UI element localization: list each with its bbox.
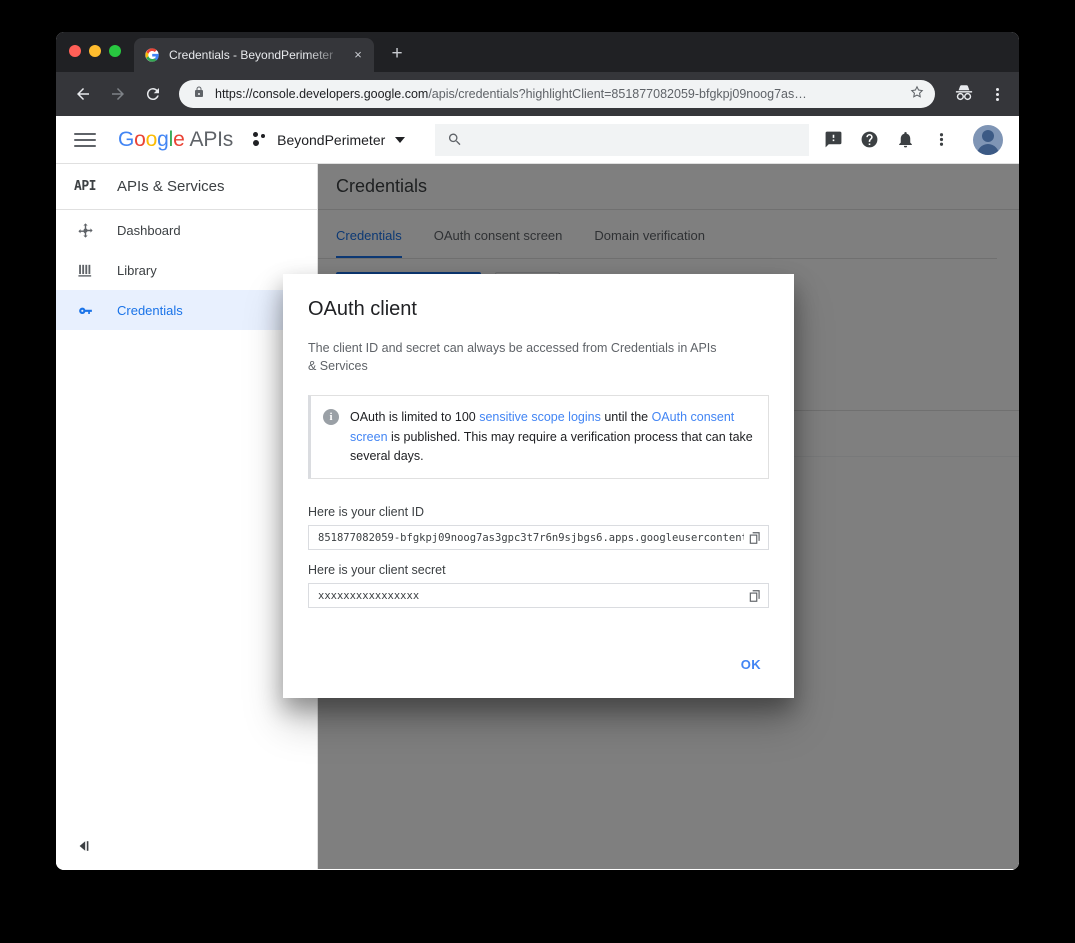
url-text: https://console.developers.google.com/ap… [215,87,901,101]
dialog-subtitle: The client ID and secret can always be a… [308,341,717,374]
more-options-icon[interactable] [931,130,951,150]
sidebar-title: APIs & Services [116,178,225,195]
account-avatar[interactable] [973,124,1003,155]
info-banner: i OAuth is limited to 100 sensitive scop… [308,395,769,480]
client-secret-label: Here is your client secret [308,563,446,578]
reload-icon[interactable] [140,81,166,107]
close-icon[interactable]: × [350,47,366,63]
window-minimize-button[interactable] [89,45,101,57]
star-icon[interactable] [909,84,925,105]
key-icon [74,302,96,319]
google-favicon [144,47,160,63]
window-close-button[interactable] [69,45,81,57]
dashboard-icon [74,222,96,239]
client-id-label: Here is your client ID [308,505,425,520]
sidebar-item-library[interactable]: Library [56,250,317,290]
logo-word-apis: APIs [189,127,234,151]
url-origin: https://console.developers.google.com [215,87,429,101]
sidebar: API APIs & Services Dashboard Library Cr… [56,164,318,869]
search-input[interactable] [435,123,809,156]
notifications-icon[interactable] [895,130,915,150]
info-banner-text: OAuth is limited to 100 sensitive scope … [350,408,754,466]
project-icon [253,132,268,147]
logo-letter-g2: g [157,127,169,151]
chevron-down-icon [395,136,406,143]
browser-toolbar: https://console.developers.google.com/ap… [56,72,1019,116]
sidebar-item-label: Dashboard [117,222,181,238]
browser-window: Credentials - BeyondPerimeter × + https:… [56,32,1019,870]
logo-letter-g: G [118,127,135,151]
sensitive-scope-logins-link[interactable]: sensitive scope logins [479,410,601,424]
search-field[interactable] [473,131,809,148]
api-badge-icon: API [74,179,96,194]
page-viewport: Google APIs BeyondPerimeter API APIs & S… [56,116,1019,870]
address-bar[interactable]: https://console.developers.google.com/ap… [179,80,935,108]
window-maximize-button[interactable] [109,45,121,57]
oauth-client-dialog: OAuth client The client ID and secret ca… [283,274,794,699]
incognito-icon[interactable] [953,83,975,106]
sidebar-item-label: Library [117,262,157,278]
client-secret-field[interactable]: xxxxxxxxxxxxxxxx [308,583,769,609]
dialog-title: OAuth client [308,298,417,320]
project-name: BeyondPerimeter [277,131,386,148]
copy-icon[interactable] [744,526,766,549]
google-apis-logo: Google APIs [118,128,233,152]
search-icon [449,133,461,146]
header-actions [823,124,1003,155]
logo-letter-e: e [173,127,185,151]
sidebar-item-credentials[interactable]: Credentials [56,290,317,330]
client-id-field[interactable]: 851877082059-bfgkpj09noog7as3gpc3t7r6n9s… [308,525,769,551]
feedback-icon[interactable] [823,130,843,150]
url-path: /apis/credentials?highlightClient=851877… [428,87,807,101]
project-selector[interactable]: BeyondPerimeter [253,131,406,148]
dialog-actions: OK [308,621,769,698]
browser-menu-icon[interactable] [989,87,1005,101]
collapse-left-icon [79,841,89,851]
info-text-part3: is published. This may require a verific… [350,429,753,463]
help-icon[interactable] [859,130,879,150]
browser-tab-title: Credentials - BeyondPerimeter [169,48,334,62]
client-id-value: 851877082059-bfgkpj09noog7as3gpc3t7r6n9s… [318,531,744,544]
google-apis-header: Google APIs BeyondPerimeter [56,116,1019,164]
new-tab-button[interactable]: + [386,44,408,66]
forward-arrow-icon [105,81,131,107]
ok-button[interactable]: OK [733,651,769,678]
browser-tab[interactable]: Credentials - BeyondPerimeter × [134,38,374,72]
copy-icon[interactable] [744,584,766,607]
sidebar-collapse-button[interactable] [78,839,94,853]
sidebar-item-dashboard[interactable]: Dashboard [56,210,317,250]
sidebar-item-label: Credentials [117,302,183,318]
hamburger-icon[interactable] [74,129,96,151]
logo-letter-o1: o [134,127,146,151]
browser-tab-strip: Credentials - BeyondPerimeter × + [56,32,1019,72]
info-icon: i [323,409,339,426]
back-arrow-icon[interactable] [70,81,96,107]
sidebar-header: API APIs & Services [56,164,317,210]
library-icon [74,262,96,279]
lock-icon [193,85,205,104]
info-text-part1: OAuth is limited to 100 [350,410,480,425]
logo-letter-o2: o [145,127,158,151]
client-secret-value: xxxxxxxxxxxxxxxx [318,589,420,602]
info-text-part2: until the [600,410,652,425]
